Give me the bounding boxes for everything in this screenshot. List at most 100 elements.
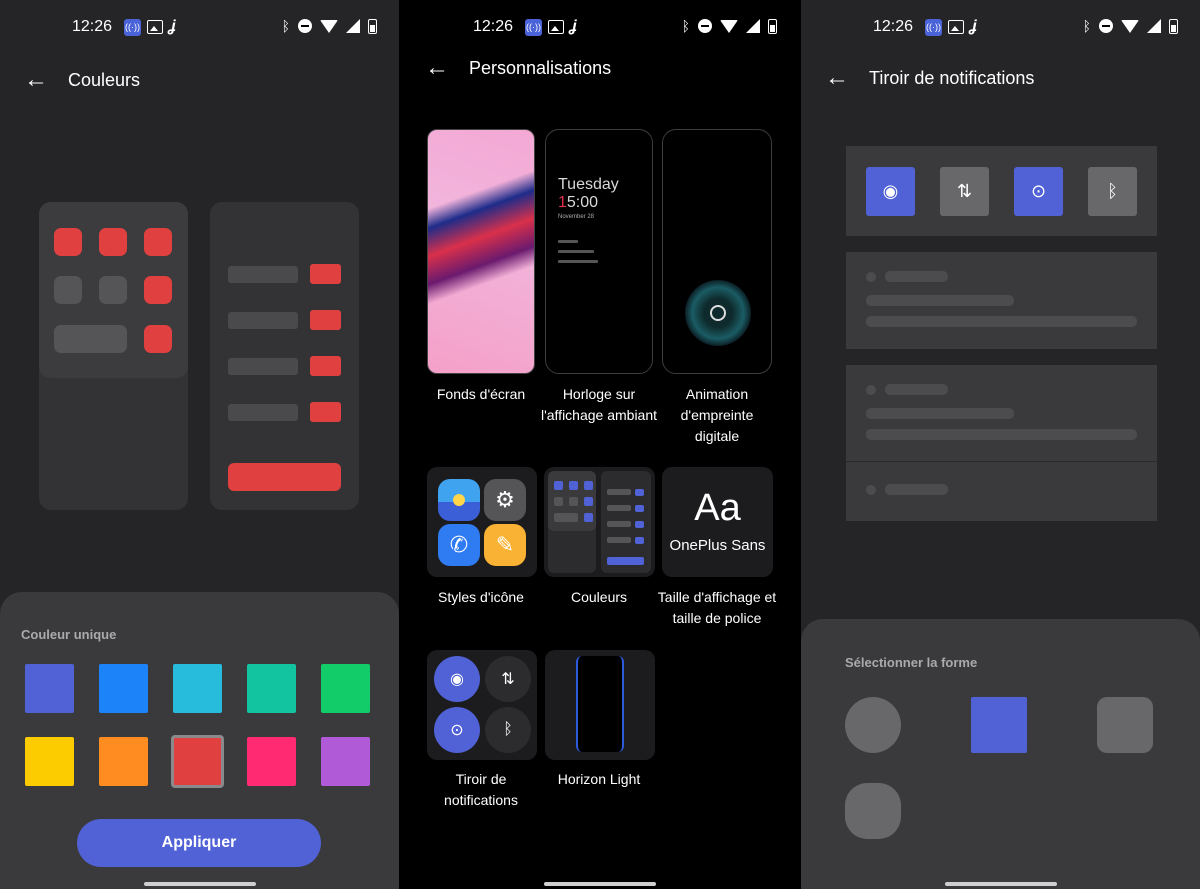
tile-caption: Horizon Light: [557, 771, 641, 787]
preview-app-icon: [144, 228, 172, 256]
preview-toggle: [310, 310, 341, 330]
settings-gear-icon: ⚙: [484, 479, 526, 521]
status-bar: 12:26 ((·)) ʝ ᛒ: [801, 14, 1200, 40]
shape-option-square[interactable]: [971, 697, 1027, 753]
wallpaper-tile[interactable]: [427, 129, 535, 374]
wifi-icon: [320, 19, 338, 33]
aod-line: [558, 240, 578, 243]
personnalisations-screen: 12:26 ((·)) ʝ ᛒ ← Personnalisations Tues…: [401, 0, 799, 889]
aod-time: 15:00: [558, 194, 599, 211]
notification-drawer-screen: 12:26 ((·)) ʝ ᛒ ← Tiroir de notification…: [801, 0, 1200, 889]
battery-icon: [1169, 18, 1178, 34]
bluetooth-icon: ᛒ: [1088, 167, 1137, 216]
hotspot-icon: ((·)): [124, 18, 141, 36]
apply-button[interactable]: Appliquer: [77, 819, 321, 867]
wifi-icon: ◉: [434, 656, 480, 702]
quick-settings-preview: ◉ ⇅ ⊙ ᛒ: [846, 146, 1157, 236]
gallery-icon: [548, 20, 564, 34]
signal-icon: [1147, 19, 1161, 33]
shape-sheet: Sélectionner la forme: [801, 619, 1200, 889]
color-swatch[interactable]: [171, 735, 224, 788]
j-icon: ʝ: [570, 18, 577, 35]
color-swatch[interactable]: [99, 737, 148, 786]
aod-day: Tuesday: [558, 176, 619, 193]
font-sample: Aa: [694, 487, 741, 529]
header: ← Tiroir de notifications: [825, 66, 1034, 90]
tile-caption: Couleurs: [570, 589, 628, 605]
preview-line: [228, 358, 298, 375]
color-preview-settings: [210, 202, 359, 510]
sheet-label: Sélectionner la forme: [845, 655, 978, 670]
colors-preview-right: [601, 471, 651, 573]
back-arrow-icon[interactable]: ←: [24, 68, 48, 92]
page-title: Couleurs: [68, 69, 141, 90]
status-bar: 12:26 ((·)) ʝ ᛒ: [0, 14, 399, 40]
tile-caption: Taille d'affichage et taille de police: [657, 589, 777, 626]
color-swatch[interactable]: [247, 737, 296, 786]
data-icon: ⇅: [940, 167, 989, 216]
icon-styles-tile[interactable]: ⚙ ✆ ✎: [427, 467, 537, 577]
ambient-clock-tile[interactable]: Tuesday 15:00 November 28: [545, 129, 653, 374]
notification-preview: [846, 252, 1157, 349]
home-indicator[interactable]: [544, 882, 656, 886]
fingerprint-animation-tile[interactable]: [662, 129, 772, 374]
dnd-icon: [698, 19, 712, 33]
phone-icon: ✆: [438, 524, 480, 566]
couleurs-screen: 12:26 ((·)) ʝ ᛒ ← Couleurs Couleur uniqu…: [0, 0, 399, 889]
preview-line: [228, 266, 298, 283]
color-preview-home: [39, 202, 188, 510]
aod-line: [558, 250, 594, 253]
preview-app-icon: [54, 228, 82, 256]
page-title: Tiroir de notifications: [869, 67, 1035, 88]
color-sheet: Couleur unique Appliquer: [0, 592, 399, 889]
color-swatch[interactable]: [25, 737, 74, 786]
notification-preview: [846, 365, 1157, 521]
horizon-phone-preview: [576, 656, 624, 752]
preview-line: [228, 312, 298, 329]
preview-app-icon: [99, 228, 127, 256]
tile-caption: Tiroir de notifications: [444, 771, 518, 808]
notes-pencil-icon: ✎: [484, 524, 526, 566]
shape-option-squircle[interactable]: [845, 783, 901, 839]
preview-button: [228, 463, 341, 491]
wifi-icon: [720, 19, 738, 33]
notification-drawer-tile[interactable]: ◉ ⇅ ⊙ ᛒ: [427, 650, 537, 760]
location-icon: ⊙: [434, 707, 480, 753]
home-indicator[interactable]: [143, 882, 256, 886]
wifi-icon: ◉: [866, 167, 915, 216]
j-icon: ʝ: [970, 18, 977, 35]
font-name: OnePlus Sans: [669, 537, 766, 554]
color-swatch[interactable]: [321, 664, 370, 713]
tile-caption: Horloge sur l'affichage ambiant: [540, 386, 658, 423]
horizon-light-tile[interactable]: [545, 650, 655, 760]
preview-toggle: [310, 402, 341, 422]
back-arrow-icon[interactable]: ←: [425, 56, 449, 80]
shape-option-rounded-square[interactable]: [1097, 697, 1153, 753]
bluetooth-icon: ᛒ: [1082, 18, 1091, 34]
dnd-icon: [298, 19, 312, 33]
location-icon: ⊙: [1014, 167, 1063, 216]
hotspot-icon: ((·)): [525, 18, 542, 36]
gallery-app-icon: [438, 479, 480, 521]
page-title: Personnalisations: [469, 57, 612, 78]
back-arrow-icon[interactable]: ←: [825, 66, 849, 90]
font-size-tile[interactable]: Aa OnePlus Sans: [662, 467, 773, 577]
color-swatch[interactable]: [99, 664, 148, 713]
shape-option-circle[interactable]: [845, 697, 901, 753]
color-swatch[interactable]: [25, 664, 74, 713]
color-swatch[interactable]: [321, 737, 370, 786]
header: ← Personnalisations: [425, 56, 611, 80]
color-swatch[interactable]: [173, 664, 222, 713]
signal-icon: [346, 19, 360, 33]
aod-date: November 28: [558, 214, 595, 220]
preview-toggle: [310, 356, 341, 376]
preview-widget: [54, 325, 127, 353]
color-swatch[interactable]: [247, 664, 296, 713]
preview-toggle: [310, 264, 341, 284]
dnd-icon: [1099, 19, 1113, 33]
aod-line: [558, 260, 598, 263]
bluetooth-icon: ᛒ: [681, 18, 690, 34]
home-indicator[interactable]: [944, 882, 1057, 886]
signal-icon: [746, 19, 760, 33]
colors-tile[interactable]: [544, 467, 655, 577]
